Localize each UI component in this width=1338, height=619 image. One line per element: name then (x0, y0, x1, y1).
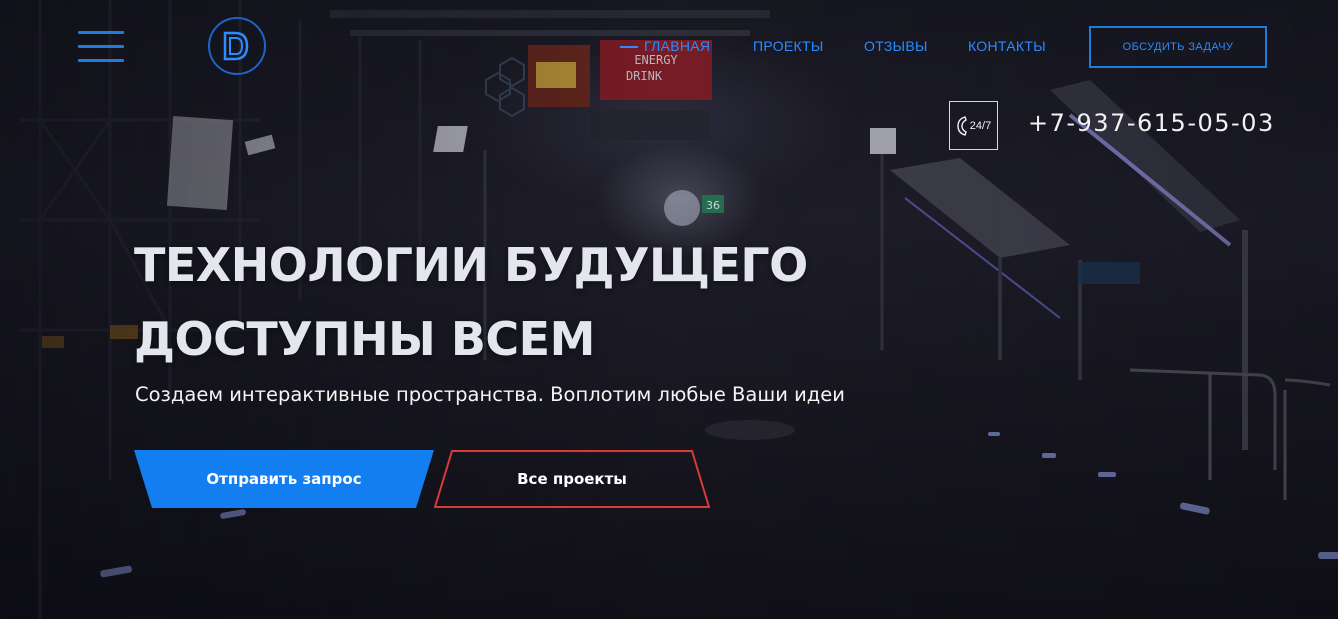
support-24-7-badge: 24/7 (949, 101, 998, 150)
nav-link-projects[interactable]: ПРОЕКТЫ (753, 38, 824, 54)
logo-dd-icon (223, 31, 249, 61)
burger-line (78, 31, 124, 34)
send-request-button[interactable]: Отправить запрос (134, 450, 434, 508)
phone-handset-icon (957, 115, 967, 136)
discuss-task-button[interactable]: ОБСУДИТЬ ЗАДАЧУ (1089, 26, 1267, 68)
nav-link-reviews[interactable]: ОТЗЫВЫ (864, 38, 928, 54)
support-hours-label: 24/7 (969, 119, 992, 132)
phone-number-link[interactable]: +7-937-615-05-03 (1028, 109, 1275, 137)
nav-active-indicator (620, 46, 638, 48)
site-logo[interactable] (208, 17, 266, 75)
burger-line (78, 45, 124, 48)
hero-headline: ТЕХНОЛОГИИ БУДУЩЕГО ДОСТУПНЫ ВСЕМ (134, 228, 894, 376)
hero-headline-line-1: ТЕХНОЛОГИИ БУДУЩЕГО (134, 238, 808, 292)
hero-subtitle: Создаем интерактивные пространства. Вопл… (135, 383, 845, 406)
menu-burger-button[interactable] (78, 31, 124, 63)
all-projects-button[interactable]: Все проекты (434, 450, 710, 508)
nav-link-home[interactable]: ГЛАВНАЯ (644, 38, 710, 54)
hero-headline-line-2: ДОСТУПНЫ ВСЕМ (134, 312, 595, 366)
burger-line (78, 59, 124, 62)
all-projects-label: Все проекты (517, 470, 627, 488)
nav-link-contacts[interactable]: КОНТАКТЫ (968, 38, 1046, 54)
hero-section: ENERGY DRINK 36 (0, 0, 1338, 619)
